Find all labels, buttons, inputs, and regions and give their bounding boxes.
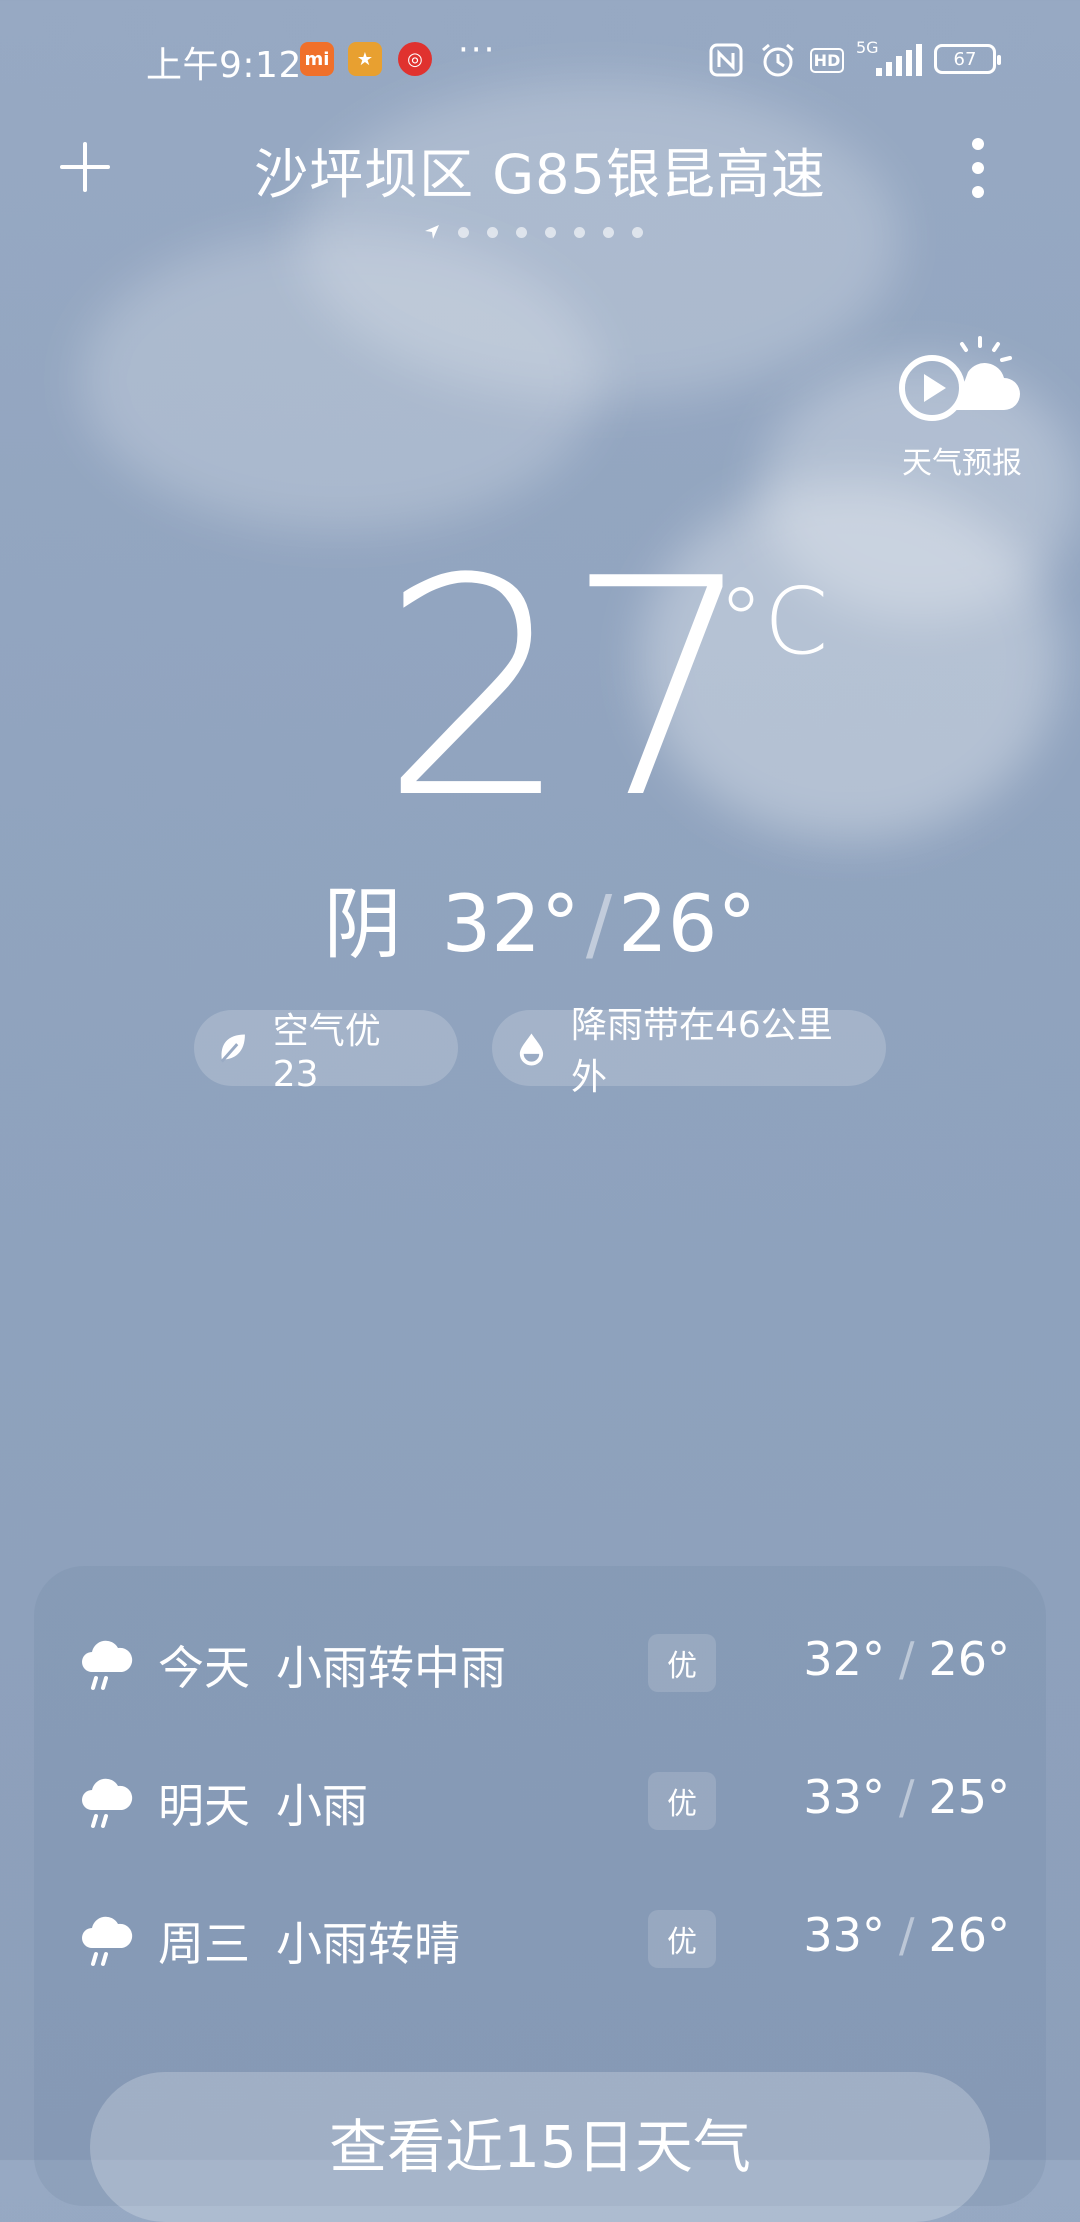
forecast-separator: / bbox=[898, 1770, 915, 1824]
view-15-day-label: 查看近15日天气 bbox=[329, 2113, 751, 2181]
forecast-row-tomorrow[interactable]: 明天 小雨 优 33°/25° bbox=[34, 1758, 1046, 1848]
forecast-low: 26° bbox=[928, 1632, 1010, 1686]
forecast-low: 26° bbox=[928, 1908, 1010, 1962]
temp-separator: / bbox=[585, 880, 613, 970]
forecast-card: 今天 小雨转中雨 优 32°/26° 明天 小雨 优 33°/25° 周三 小雨… bbox=[34, 1566, 1046, 2222]
hd-icon: HD bbox=[809, 40, 845, 80]
temperature-unit: °C bbox=[718, 568, 829, 675]
location-title[interactable]: 沙坪坝区 G85银昆高速 bbox=[0, 130, 1080, 209]
forecast-separator: / bbox=[898, 1632, 915, 1686]
forecast-temps: 33°/25° bbox=[803, 1770, 1010, 1824]
high-temperature: 32° bbox=[441, 880, 580, 970]
page-dot bbox=[603, 226, 614, 238]
condition-line: 阴 32°/26° bbox=[0, 862, 1080, 974]
forecast-aqi-badge: 优 bbox=[648, 1772, 716, 1830]
forecast-description: 小雨转中雨 bbox=[276, 1641, 506, 1695]
battery-level: 67 bbox=[953, 48, 977, 70]
page-dot bbox=[487, 226, 498, 238]
status-more-icon: ··· bbox=[458, 30, 497, 70]
forecast-separator: / bbox=[898, 1908, 915, 1962]
rain-cloud-icon bbox=[82, 1778, 133, 1828]
leaf-icon bbox=[220, 1034, 245, 1063]
forecast-day: 周三 bbox=[158, 1917, 250, 1971]
forecast-description: 小雨 bbox=[276, 1779, 368, 1833]
forecast-temps: 32°/26° bbox=[803, 1632, 1010, 1686]
forecast-day: 明天 bbox=[158, 1779, 250, 1833]
forecast-description: 小雨转晴 bbox=[276, 1917, 460, 1971]
nfc-icon bbox=[706, 40, 746, 80]
forecast-aqi-badge: 优 bbox=[648, 1910, 716, 1968]
forecast-row-today[interactable]: 今天 小雨转中雨 优 32°/26° bbox=[34, 1620, 1046, 1710]
rain-cloud-icon bbox=[82, 1640, 133, 1690]
forecast-day: 今天 bbox=[158, 1641, 250, 1695]
video-forecast-icon bbox=[899, 336, 1020, 421]
game-app-icon: ★ bbox=[348, 42, 382, 76]
air-quality-label: 空气优 23 bbox=[272, 1010, 381, 1095]
mi-app-icon: mi bbox=[300, 42, 334, 76]
rain-cloud-icon bbox=[82, 1916, 133, 1966]
page-indicator bbox=[424, 224, 643, 240]
raindrop-icon bbox=[519, 1033, 544, 1066]
page-dot bbox=[632, 226, 643, 238]
alarm-icon bbox=[756, 40, 800, 80]
forecast-high: 33° bbox=[803, 1770, 885, 1824]
background-cloud bbox=[300, 80, 900, 400]
status-time: 上午9:12 bbox=[146, 45, 302, 86]
rain-band-chip[interactable]: 降雨带在46公里外 bbox=[492, 1005, 886, 1098]
view-15-day-button[interactable]: 查看近15日天气 bbox=[90, 2072, 990, 2222]
forecast-low: 25° bbox=[928, 1770, 1010, 1824]
page-dot bbox=[458, 226, 469, 238]
signal-icon: 5G bbox=[854, 38, 924, 80]
forecast-row-wednesday[interactable]: 周三 小雨转晴 优 33°/26° bbox=[34, 1896, 1046, 1986]
more-options-icon[interactable] bbox=[966, 138, 990, 198]
weather-condition: 阴 bbox=[323, 880, 402, 970]
hd-label: HD bbox=[809, 47, 845, 73]
forecast-high: 32° bbox=[803, 1632, 885, 1686]
rain-band-label: 降雨带在46公里外 bbox=[570, 1005, 833, 1098]
forecast-high: 33° bbox=[803, 1908, 885, 1962]
network-label: 5G bbox=[856, 38, 879, 57]
current-temperature: 27 bbox=[380, 515, 756, 864]
status-bar: 上午9:12 mi ★ ◎ ··· HD 5G 67 bbox=[0, 0, 1080, 120]
low-temperature: 26° bbox=[618, 880, 757, 970]
page-dot bbox=[574, 226, 585, 238]
video-forecast-button[interactable]: 天气预报 bbox=[894, 332, 1030, 481]
air-quality-chip[interactable]: 空气优 23 bbox=[194, 1010, 458, 1095]
forecast-aqi-badge: 优 bbox=[648, 1634, 716, 1692]
location-arrow-icon bbox=[425, 225, 439, 239]
music-app-icon: ◎ bbox=[398, 42, 432, 76]
battery-icon: 67 bbox=[934, 44, 1001, 74]
video-forecast-label: 天气预报 bbox=[902, 446, 1022, 481]
page-dot bbox=[545, 226, 556, 238]
page-dot bbox=[516, 226, 527, 238]
forecast-temps: 33°/26° bbox=[803, 1908, 1010, 1962]
